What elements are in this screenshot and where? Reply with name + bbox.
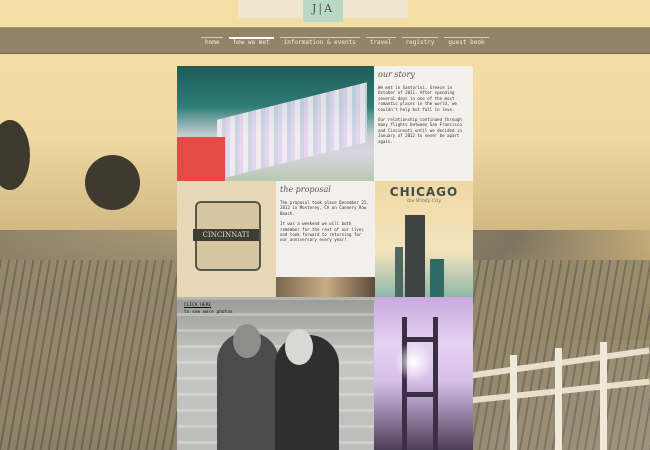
proposal-paragraph-2: It was a weekend we will both remember f… <box>280 221 364 243</box>
cincinnati-poster: CINCINNATI <box>177 181 276 297</box>
skyscraper-illustration <box>405 215 425 297</box>
proposal-paragraph-1: The proposal took place December 21, 201… <box>280 200 369 216</box>
santorini-photo <box>177 66 374 181</box>
nav-guest-book[interactable]: guest book <box>441 28 491 53</box>
golden-gate-photo <box>374 297 473 450</box>
see-more-photos-link[interactable]: CLICK HERE <box>184 303 211 308</box>
chicago-poster: CHICAGO the Windy City <box>375 181 473 297</box>
proposal-photo-strip <box>276 277 375 297</box>
our-story-title: our story <box>378 70 415 79</box>
see-more-photos-caption: to see more photos <box>184 310 233 315</box>
top-navigation-bar: home how we met information & events tra… <box>0 27 650 54</box>
nav-home[interactable]: home <box>198 28 226 53</box>
proposal-title: the proposal <box>280 185 331 194</box>
man-figure <box>217 324 279 450</box>
proposal-card: the proposal The proposal took place Dec… <box>276 181 375 297</box>
nav-travel[interactable]: travel <box>363 28 399 53</box>
woman-figure <box>275 329 339 450</box>
monogram-logo[interactable]: J|A <box>303 0 343 22</box>
couple-photo: CLICK HERE to see more photos <box>177 297 374 450</box>
logo-bar: J|A <box>238 0 408 22</box>
chicago-subtitle: the Windy City <box>407 199 441 204</box>
cincinnati-label: CINCINNATI <box>193 229 259 241</box>
content-grid: our story We met in Santorini, Greece in… <box>177 66 473 450</box>
our-story-paragraph-2: Our relationship continued through many … <box>378 117 462 144</box>
nav-registry[interactable]: registry <box>399 28 442 53</box>
chicago-title: CHICAGO <box>389 185 459 199</box>
our-story-paragraph-1: We met in Santorini, Greece in October o… <box>378 85 457 112</box>
main-nav: home how we met information & events tra… <box>198 28 492 53</box>
tree-middle <box>85 155 140 210</box>
wooden-fence <box>470 340 650 450</box>
nav-information-events[interactable]: information & events <box>277 28 363 53</box>
our-story-card: our story We met in Santorini, Greece in… <box>374 66 473 181</box>
nav-how-we-met[interactable]: how we met <box>226 28 276 53</box>
